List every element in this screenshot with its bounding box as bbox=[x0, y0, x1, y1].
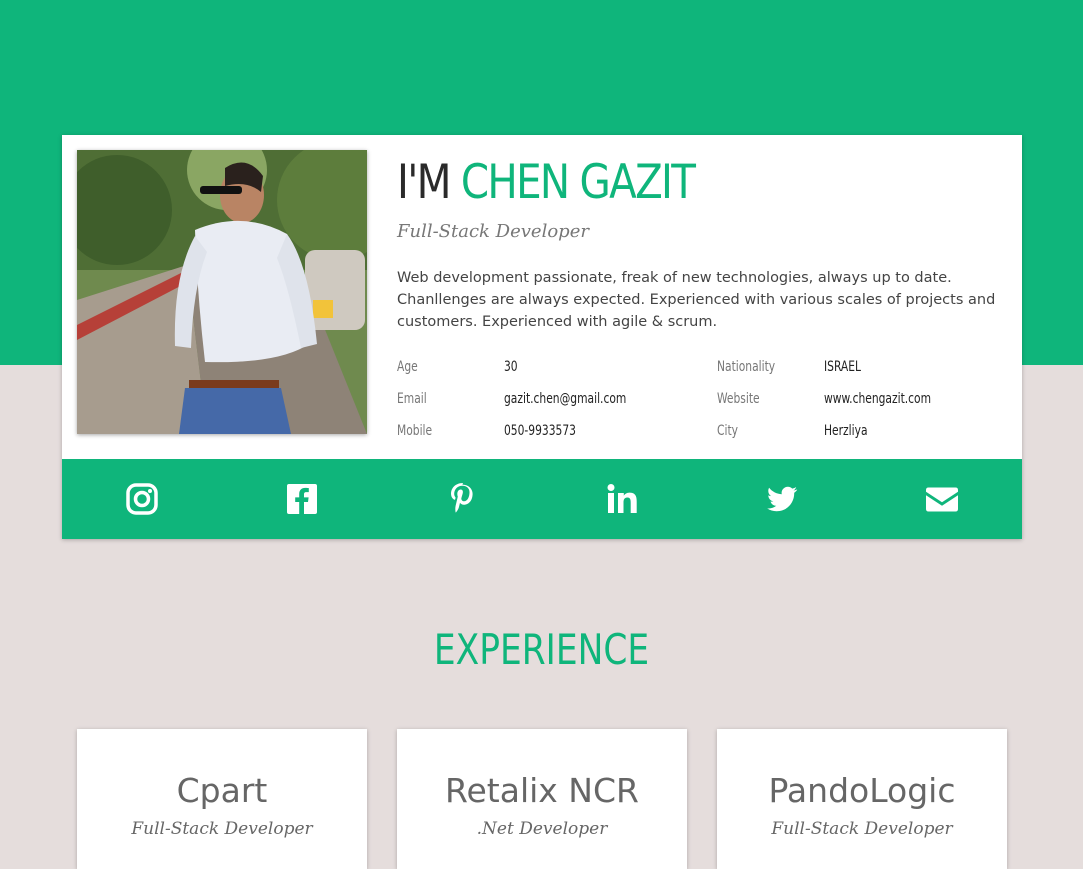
instagram-icon[interactable] bbox=[124, 481, 160, 517]
experience-role: Full-Stack Developer bbox=[131, 819, 313, 839]
mobile-value: 050-9933573 bbox=[504, 423, 576, 439]
twitter-icon[interactable] bbox=[764, 481, 800, 517]
experience-card-pandologic[interactable]: PandoLogic Full-Stack Developer bbox=[717, 729, 1007, 869]
nationality-value: ISRAEL bbox=[824, 359, 861, 375]
profile-role: Full-Stack Developer bbox=[397, 221, 589, 242]
experience-card-retalix[interactable]: Retalix NCR .Net Developer bbox=[397, 729, 687, 869]
email-label: Email bbox=[397, 391, 427, 407]
experience-title: EXPERIENCE bbox=[433, 625, 650, 674]
experience-company: Cpart bbox=[176, 771, 268, 810]
social-bar bbox=[62, 459, 1022, 539]
nationality-label: Nationality bbox=[717, 359, 776, 375]
city-value: Herzliya bbox=[824, 423, 868, 439]
city-label: City bbox=[717, 423, 738, 439]
experience-company: PandoLogic bbox=[768, 771, 956, 810]
linkedin-icon[interactable] bbox=[604, 481, 640, 517]
experience-card-cpart[interactable]: Cpart Full-Stack Developer bbox=[77, 729, 367, 869]
website-value[interactable]: www.chengazit.com bbox=[824, 391, 931, 407]
headline-prefix: I'M bbox=[397, 155, 451, 210]
profile-photo bbox=[77, 150, 367, 434]
age-value: 30 bbox=[504, 359, 518, 375]
info-grid: Age 30 Email gazit.chen@gmail.com Mobile… bbox=[397, 359, 997, 455]
website-label: Website bbox=[717, 391, 760, 407]
facebook-icon[interactable] bbox=[284, 481, 320, 517]
mobile-label: Mobile bbox=[397, 423, 433, 439]
experience-role: Full-Stack Developer bbox=[771, 819, 953, 839]
profile-name: CHEN GAZIT bbox=[460, 155, 696, 210]
page-title: I'M CHEN GAZIT bbox=[397, 151, 696, 215]
pinterest-icon[interactable] bbox=[444, 481, 480, 517]
profile-bio: Web development passionate, freak of new… bbox=[397, 270, 996, 330]
experience-company: Retalix NCR bbox=[445, 771, 639, 810]
email-icon[interactable] bbox=[924, 481, 960, 517]
age-label: Age bbox=[397, 359, 418, 375]
email-value[interactable]: gazit.chen@gmail.com bbox=[504, 391, 626, 407]
profile-card: I'M CHEN GAZIT Full-Stack Developer Web … bbox=[62, 135, 1022, 539]
experience-role: .Net Developer bbox=[476, 819, 608, 839]
